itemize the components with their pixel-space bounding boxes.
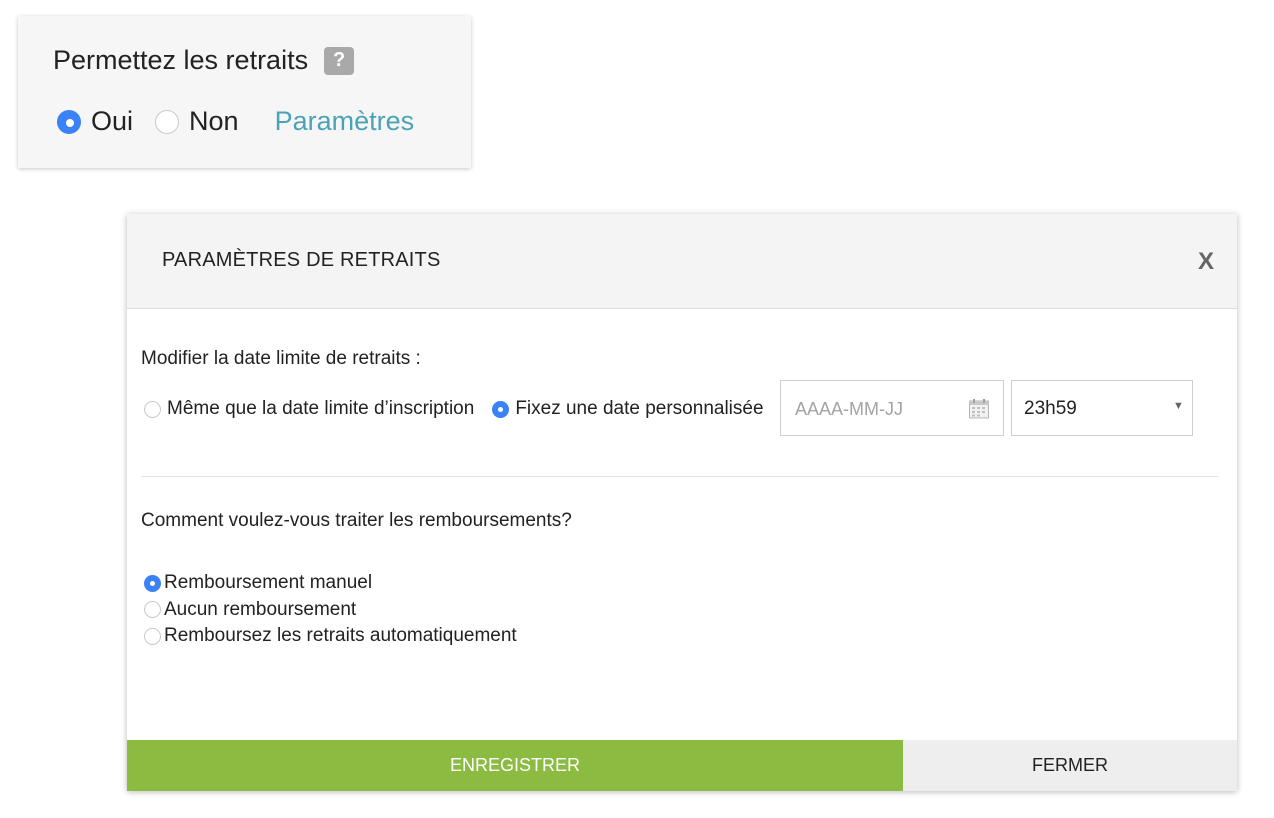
close-icon[interactable]: X	[1198, 248, 1214, 276]
option-yes[interactable]: Oui	[57, 106, 133, 137]
modal-title: PARAMÈTRES DE RETRAITS	[162, 249, 441, 271]
radio-same-deadline[interactable]	[144, 400, 161, 418]
deadline-option-same-label: Même que la date limite d’inscription	[167, 398, 475, 419]
radio-yes[interactable]	[57, 109, 81, 134]
deadline-option-same[interactable]: Même que la date limite d’inscription	[144, 398, 474, 420]
refund-option-manual[interactable]: Remboursement manuel	[144, 570, 517, 597]
refund-option-none-label: Aucun remboursement	[164, 598, 357, 620]
deadline-option-custom-label: Fixez une date personnalisée	[515, 398, 764, 419]
radio-refund-none[interactable]	[144, 601, 161, 619]
refund-option-auto-label: Remboursez les retraits automatiquement	[164, 625, 517, 647]
refund-label: Comment voulez-vous traiter les rembours…	[141, 510, 572, 531]
option-no[interactable]: Non	[155, 106, 239, 137]
date-field[interactable]	[780, 380, 1004, 436]
refund-option-none[interactable]: Aucun remboursement	[144, 597, 517, 624]
chevron-down-icon: ▼	[1173, 400, 1184, 412]
deadline-label: Modifier la date limite de retraits :	[141, 348, 421, 369]
radio-custom-deadline[interactable]	[492, 400, 510, 418]
save-button[interactable]: ENREGISTRER	[127, 740, 903, 791]
withdrawals-options: Oui Non Paramètres	[57, 106, 414, 137]
calendar-icon[interactable]	[968, 398, 990, 420]
option-yes-label: Oui	[91, 106, 134, 136]
refund-option-auto[interactable]: Remboursez les retraits automatiquement	[144, 623, 517, 650]
radio-no[interactable]	[155, 109, 180, 134]
radio-refund-auto[interactable]	[144, 627, 161, 645]
withdrawals-title-row: Permettez les retraits ?	[53, 45, 355, 76]
option-no-label: Non	[189, 106, 239, 136]
refund-options: Remboursement manuel Aucun remboursement…	[144, 570, 517, 650]
time-select-value: 23h59	[1024, 398, 1077, 419]
date-input[interactable]	[795, 395, 955, 423]
withdrawals-card: Permettez les retraits ? Oui Non Paramèt…	[18, 16, 471, 168]
modal-header: PARAMÈTRES DE RETRAITS X	[127, 214, 1237, 309]
deadline-options: Même que la date limite d’inscription Fi…	[144, 398, 764, 420]
deadline-option-custom[interactable]: Fixez une date personnalisée	[492, 398, 764, 420]
withdrawal-settings-modal: PARAMÈTRES DE RETRAITS X Modifier la dat…	[127, 214, 1237, 791]
help-icon[interactable]: ?	[324, 46, 355, 75]
divider	[141, 476, 1218, 477]
close-button[interactable]: FERMER	[903, 740, 1237, 791]
radio-refund-manual[interactable]	[144, 574, 161, 592]
settings-link[interactable]: Paramètres	[275, 106, 415, 137]
withdrawals-title: Permettez les retraits	[53, 45, 309, 75]
refund-option-manual-label: Remboursement manuel	[164, 572, 373, 594]
time-select[interactable]: 23h59 ▼	[1011, 380, 1193, 436]
